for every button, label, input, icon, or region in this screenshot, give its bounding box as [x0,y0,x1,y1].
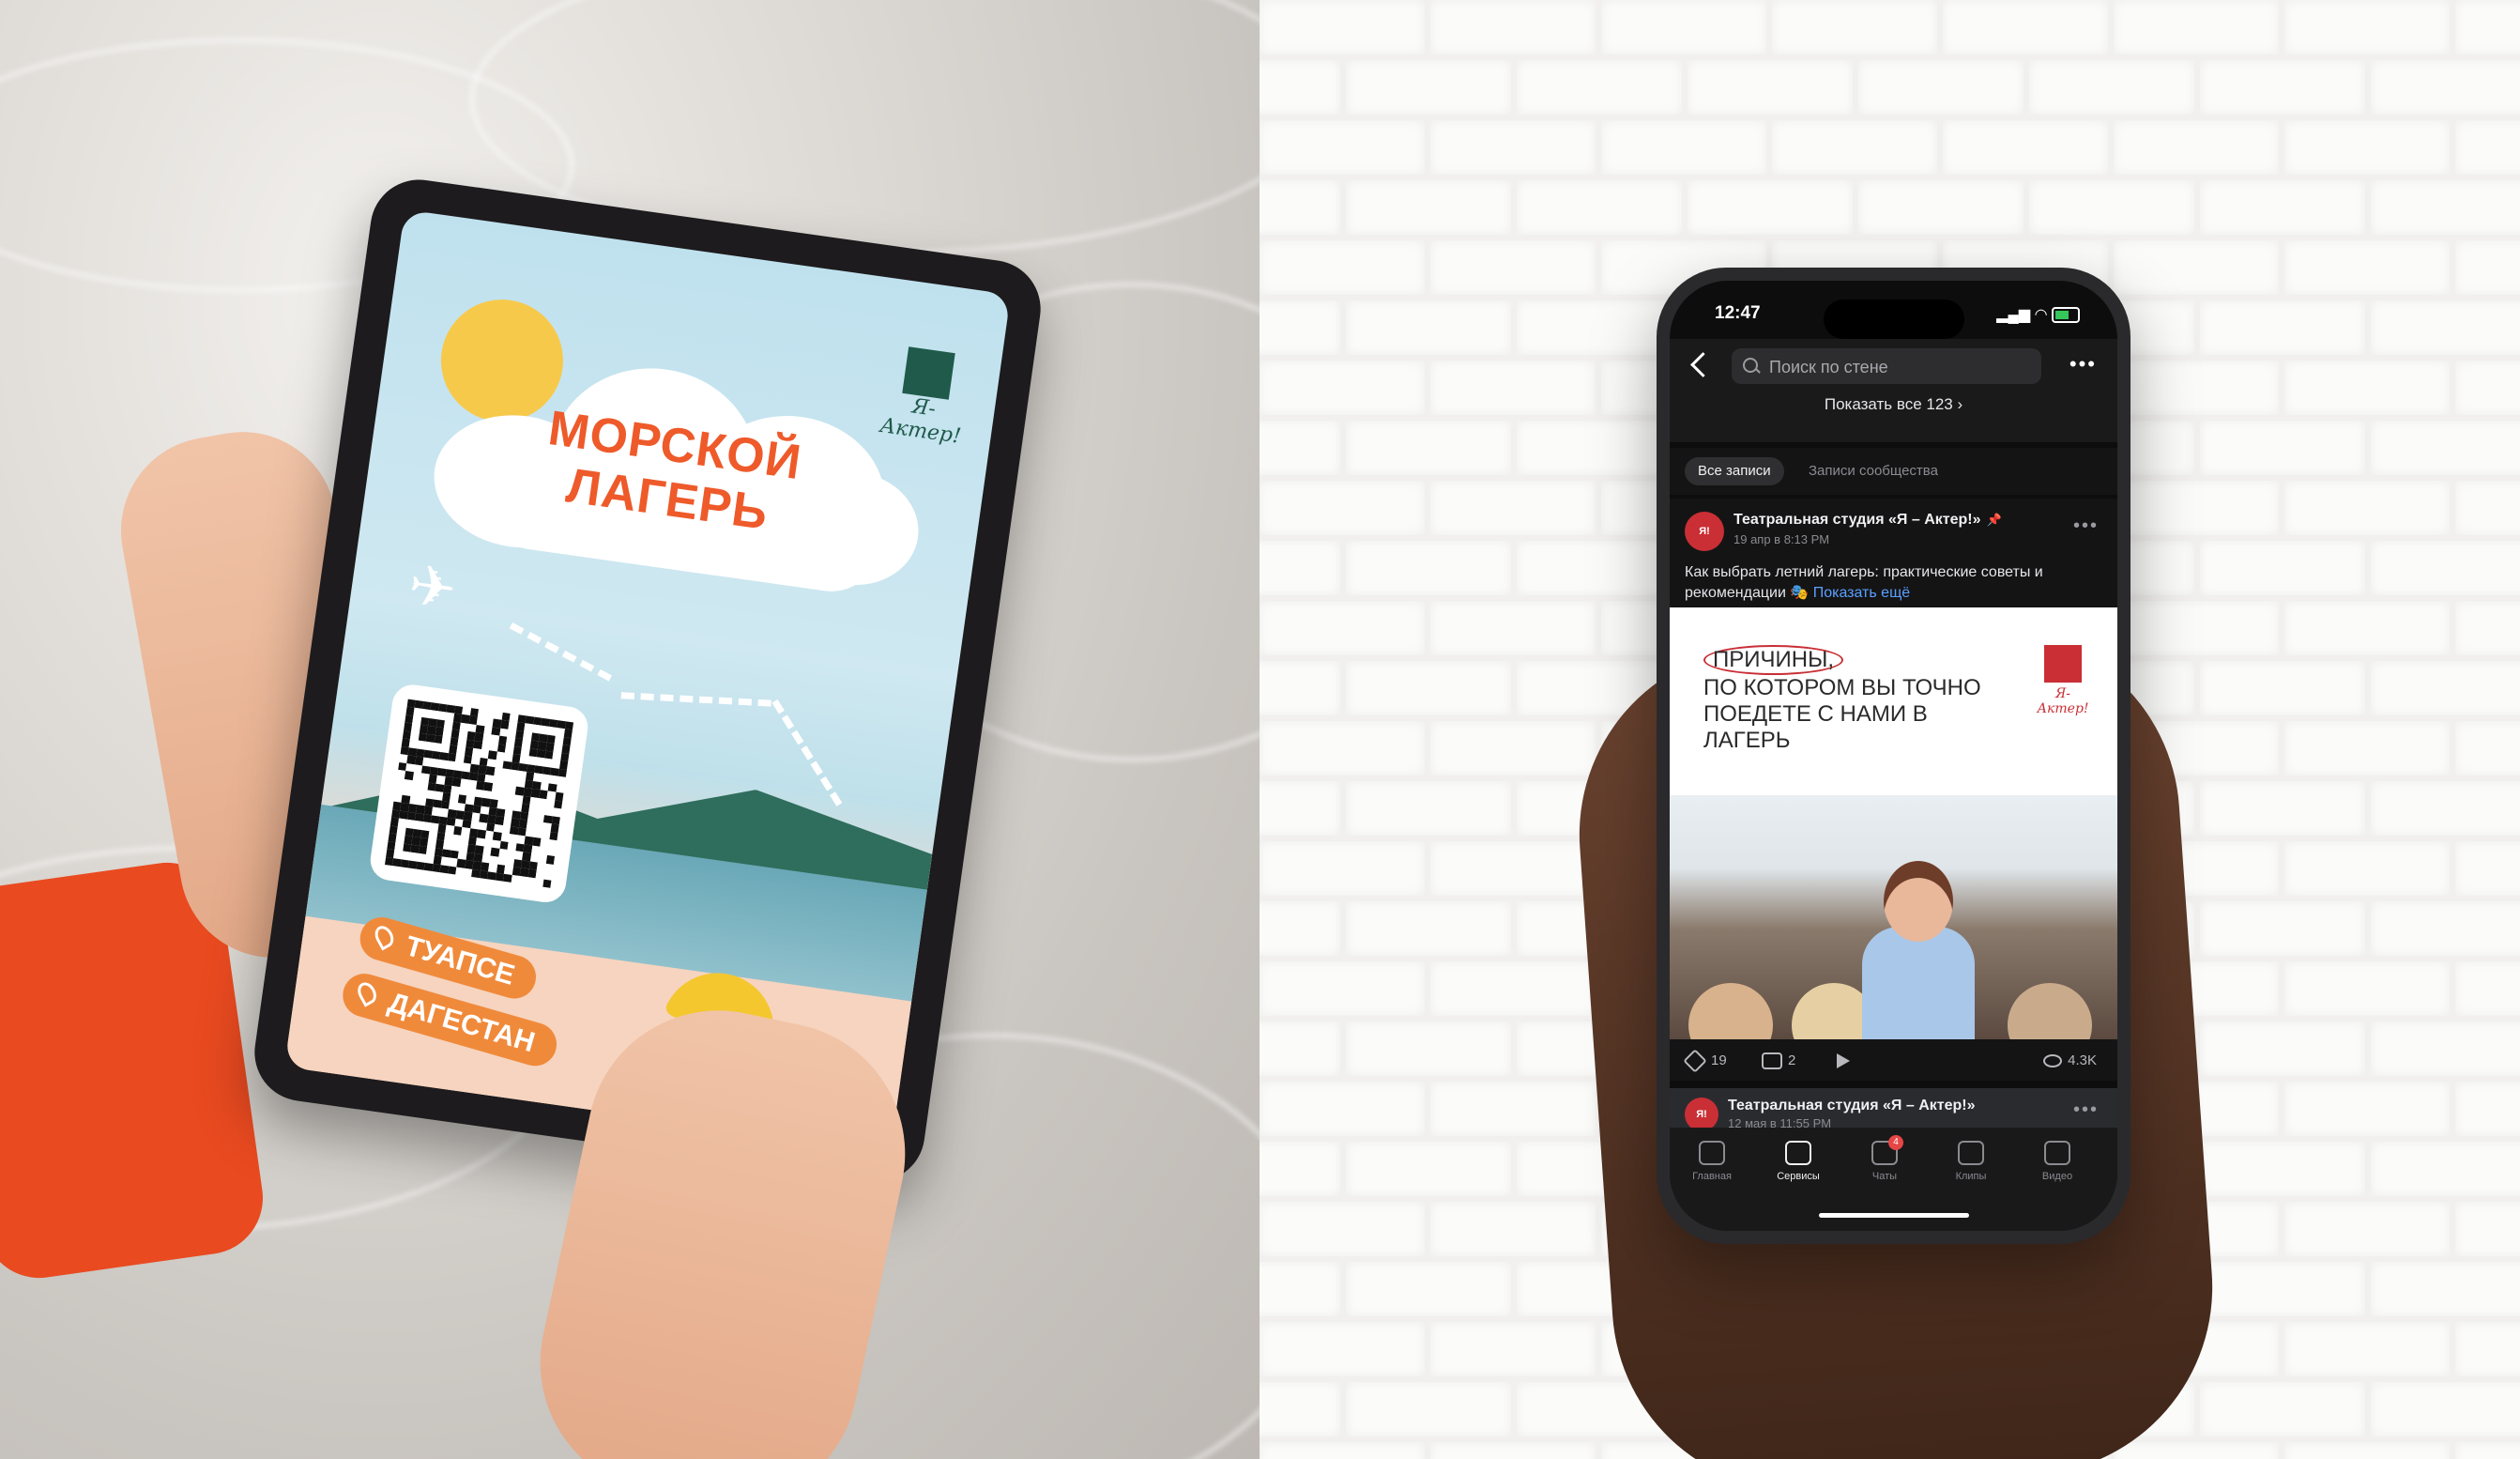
home-icon [1699,1141,1725,1165]
video-icon [2044,1141,2070,1165]
tab-all-posts[interactable]: Все записи [1685,457,1784,485]
avatar[interactable]: Я! [1685,1098,1718,1131]
image-headline: ПРИЧИНЫ, ПО КОТОРОМ ВЫ ТОЧНО ПОЕДЕТЕ С Н… [1703,645,1981,753]
chat-icon: 4 [1871,1135,1903,1165]
mockup-scene: МОРСКОЙ ЛАГЕРЬ Я-Актер! ✈ ТУАПСЕ ДАГЕСТА… [0,0,2520,1459]
share-button[interactable] [1837,1052,1850,1069]
more-options-icon[interactable]: ••• [2069,354,2097,375]
post-author[interactable]: Театральная студия «Я – Актер!» [1728,1098,1976,1114]
tabbar-chats[interactable]: 4 Чаты [1842,1135,1927,1182]
views-count: 4.3K [2043,1052,2097,1068]
eye-icon [2043,1054,2063,1068]
comment-button[interactable]: 2 [1762,1052,1795,1070]
avatar[interactable]: Я! [1685,512,1724,551]
share-icon [1837,1053,1850,1069]
phone-screen: 12:47 ▂▄▆ ◠ ••• Показать все 123 › Все з… [1670,281,2117,1231]
search-icon [1743,358,1758,373]
show-all-link[interactable]: Показать все 123 › [1670,395,2117,414]
tabbar-clips[interactable]: Клипы [1929,1141,2013,1182]
studio-logo: Я-Актер! [2035,641,2091,716]
post-date: 19 апр в 8:13 PM [1733,532,1830,546]
signal-icon: ▂▄▆ [1996,307,2031,323]
left-background: МОРСКОЙ ЛАГЕРЬ Я-Актер! ✈ ТУАПСЕ ДАГЕСТА… [0,0,1260,1459]
tabbar-home[interactable]: Главная [1670,1141,1754,1182]
wall-search[interactable] [1732,348,2041,386]
tabbar-video[interactable]: Видео [2015,1141,2100,1182]
location-pin-icon [371,922,398,951]
dynamic-island [1823,299,1964,339]
clips-icon [1958,1141,1984,1165]
location-pin-icon [354,978,380,1007]
tablet-screen: МОРСКОЙ ЛАГЕРЬ Я-Актер! ✈ ТУАПСЕ ДАГЕСТА… [284,209,1011,1152]
studio-logo: Я-Актер! [878,344,974,449]
wall-post: Я! Театральная студия «Я – Актер!» 📌 19 а… [1670,499,2117,1081]
tabbar-services[interactable]: Сервисы [1756,1141,1840,1182]
post-more-icon[interactable]: ••• [2073,1100,2099,1119]
search-input[interactable] [1767,348,2034,386]
post-actions: 19 2 4.3K [1670,1049,2117,1077]
wall-tabs: Все записи Записи сообщества [1670,448,2117,495]
post-more-icon[interactable]: ••• [2073,516,2099,535]
back-icon[interactable] [1690,352,1716,377]
like-button[interactable]: 19 [1683,1049,1727,1073]
tab-community-posts[interactable]: Записи сообщества [1795,457,1951,485]
unread-badge: 4 [1888,1135,1903,1150]
heart-icon [1683,1049,1707,1073]
comment-icon [1762,1052,1782,1070]
services-icon [1785,1141,1811,1165]
phone-device: 12:47 ▂▄▆ ◠ ••• Показать все 123 › Все з… [1657,268,2131,1244]
post-text: Как выбрать летний лагерь: практические … [1685,564,2043,601]
wifi-icon: ◠ [2034,307,2048,323]
wall-header: ••• Показать все 123 › [1670,339,2117,442]
airplane-icon: ✈ [405,552,461,622]
qr-code[interactable] [367,682,591,905]
show-more-link[interactable]: Показать ещё [1813,585,1910,601]
status-icons: ▂▄▆ ◠ [1996,305,2080,324]
camp-photo [1670,795,2117,1039]
home-indicator [1818,1213,1969,1218]
status-time: 12:47 [1715,303,1761,323]
bottom-tab-bar: Главная Сервисы 4 Чаты Клипы Видео [1670,1128,2117,1231]
post-image[interactable]: ПРИЧИНЫ, ПО КОТОРОМ ВЫ ТОЧНО ПОЕДЕТЕ С Н… [1670,607,2117,1039]
pin-icon: 📌 [1986,513,2002,527]
battery-icon [2052,307,2080,324]
post-author[interactable]: Театральная студия «Я – Актер!» 📌 [1733,512,2002,529]
